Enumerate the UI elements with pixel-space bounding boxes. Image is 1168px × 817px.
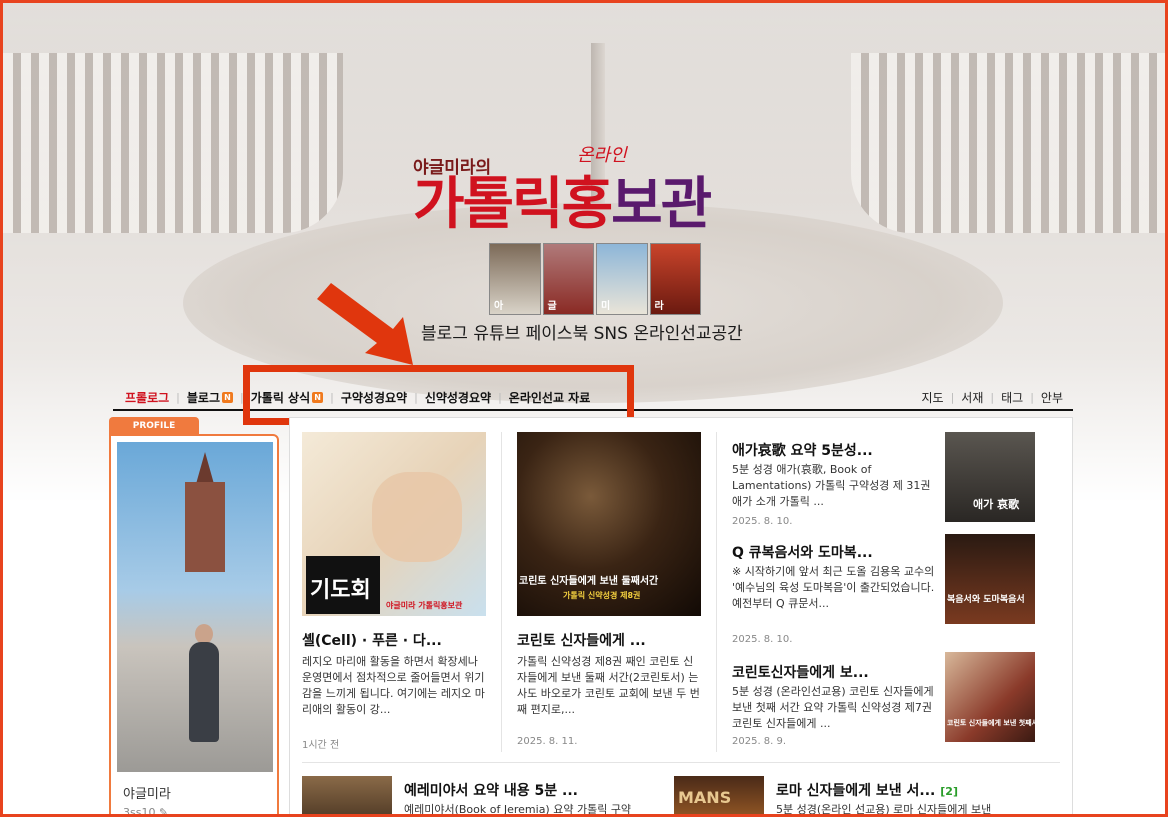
cathedral	[185, 482, 225, 572]
logo-main-part-b: 홍	[561, 172, 614, 237]
cathedral-spire	[196, 452, 214, 484]
post-date: 1시간 전	[302, 740, 340, 751]
nav-separator: |	[990, 390, 995, 404]
thumb-label: 코린토 신자들에게 보낸 둘째서간	[519, 576, 659, 587]
bottom-post-thumbnail[interactable]: MANS	[674, 776, 764, 814]
slogan: 블로그 유튜브 페이스북 SNS 온라인선교공간	[421, 324, 743, 344]
thumb-label: MANS	[678, 788, 732, 807]
side-post[interactable]: Q 큐복음서와 도마복... ※ 시작하기에 앞서 최근 도올 김용옥 교수의 …	[732, 532, 1062, 645]
side-post-title[interactable]: 코린토신자들에게 보...	[732, 662, 869, 682]
nav-item-guestbook[interactable]: 안부	[1041, 389, 1063, 406]
logo-main-part-c: 보관	[611, 172, 712, 237]
row-divider	[302, 762, 1060, 763]
saint-image: 아	[489, 243, 541, 315]
side-post[interactable]: 애가哀歌 요약 5분성... 5분 성경 애가(哀歌, Book of Lame…	[732, 432, 1062, 532]
bottom-post-title[interactable]: 로마 신자들에게 보낸 서... [2]	[776, 780, 958, 800]
person	[189, 642, 219, 742]
nav-highlight-box	[243, 365, 634, 425]
column-divider	[501, 432, 502, 752]
saint-image-letter: 글	[547, 301, 557, 312]
thumb-label: 코린토 신자들에게 보낸 첫째서간	[947, 719, 1035, 727]
saint-images[interactable]: 아 글 미 라	[489, 243, 701, 315]
page-frame: 야글미라의 온라인 가톨릭홍보관 아 글 미 라 블로그 유튜브 페이스북 SN…	[0, 0, 1168, 817]
profile-name[interactable]: 야글미라	[123, 783, 171, 802]
colonnade-right	[851, 53, 1165, 233]
thumb-small-label: 가톨릭 신약성경 제8권	[563, 591, 641, 600]
nav-separator: |	[950, 390, 955, 404]
thumb-label: 애가 哀歌	[973, 498, 1020, 511]
logo-main-part-a: 가톨릭	[413, 172, 564, 237]
column-divider	[716, 432, 717, 752]
saint-image: 라	[649, 243, 701, 315]
bottom-post[interactable]: 예레미야서 요약 내용 5분 ... 예레미야서(Book of Jeremia…	[302, 776, 662, 814]
saint-image-letter: 아	[494, 301, 504, 312]
profile-id: 3ss10 ✎	[123, 806, 169, 817]
saint-image: 미	[596, 243, 648, 315]
profile-photo[interactable]	[117, 442, 273, 772]
side-post-date: 2025. 8. 10.	[732, 634, 793, 645]
post-card[interactable]: 기도회 야글미라 가톨릭홍보관 셸(Cell) · 푸른 · 다... 레지오 …	[302, 432, 486, 752]
logo-main[interactable]: 가톨릭홍보관	[413, 172, 712, 237]
nav-separator: |	[1030, 390, 1034, 404]
saint-image-letter: 라	[654, 301, 664, 312]
post-thumbnail[interactable]: 기도회 야글미라 가톨릭홍보관	[302, 432, 486, 616]
side-post[interactable]: 코린토신자들에게 보... 5분 성경 (온라인선교용) 코린토 신자들에게 보…	[732, 652, 1062, 752]
side-post-thumbnail[interactable]: 애가 哀歌	[945, 432, 1035, 522]
bottom-post-thumbnail[interactable]	[302, 776, 392, 814]
edit-icon[interactable]: ✎	[159, 806, 168, 814]
nav-item-library[interactable]: 서재	[961, 389, 983, 406]
profile-tab: PROFILE	[109, 417, 199, 435]
praying-hands-shape	[372, 472, 462, 562]
post-excerpt[interactable]: 가톨릭 신약성경 제8권 째인 코린토 신자들에게 보낸 둘째 서간(2코린토서…	[517, 654, 703, 718]
bottom-post[interactable]: MANS 로마 신자들에게 보낸 서... [2] 5분 성경(온라인 선교용)…	[674, 776, 1064, 814]
bottom-post-title[interactable]: 예레미야서 요약 내용 5분 ...	[404, 780, 578, 800]
person-head	[195, 624, 213, 644]
colonnade-left	[3, 53, 343, 233]
thumb-label: 기도회	[310, 578, 371, 603]
saint-image: 글	[542, 243, 594, 315]
side-post-excerpt[interactable]: ※ 시작하기에 앞서 최근 도올 김용옥 교수의 '예수님의 육성 도마복음'이…	[732, 564, 938, 628]
side-post-date: 2025. 8. 9.	[732, 736, 787, 747]
saint-image-letter: 미	[601, 301, 611, 312]
content-area: 기도회 야글미라 가톨릭홍보관 셸(Cell) · 푸른 · 다... 레지오 …	[289, 417, 1073, 814]
nav-item-blog[interactable]: 블로그 N	[187, 389, 234, 406]
side-post-thumbnail[interactable]: 코린토 신자들에게 보낸 첫째서간	[945, 652, 1035, 742]
bottom-post-excerpt[interactable]: 5분 성경(온라인 선교용) 로마 신자들에게 보낸	[776, 802, 1036, 814]
logo-online-label[interactable]: 온라인	[577, 141, 627, 167]
nav-item-prologue[interactable]: 프롤로그	[125, 389, 169, 406]
side-post-excerpt[interactable]: 5분 성경 애가(哀歌, Book of Lamentations) 가톨릭 구…	[732, 462, 938, 510]
side-post-date: 2025. 8. 10.	[732, 516, 793, 527]
thumb-small-label: 야글미라 가톨릭홍보관	[386, 601, 463, 610]
thumb-label: 복음서와 도마복음서	[947, 595, 1025, 605]
side-post-thumbnail[interactable]: 복음서와 도마복음서	[945, 534, 1035, 624]
post-title[interactable]: 셸(Cell) · 푸른 · 다...	[302, 630, 442, 650]
nav-separator: |	[176, 390, 180, 404]
side-post-title[interactable]: Q 큐복음서와 도마복...	[732, 542, 873, 562]
side-post-title[interactable]: 애가哀歌 요약 5분성...	[732, 440, 873, 460]
post-excerpt[interactable]: 레지오 마리애 활동을 하면서 확장세나 운영면에서 점차적으로 줄어들면서 위…	[302, 654, 488, 734]
nav-item-map[interactable]: 지도	[921, 389, 943, 406]
post-card[interactable]: 코린토 신자들에게 보낸 둘째서간 가톨릭 신약성경 제8권 코린토 신자들에게…	[517, 432, 701, 752]
comment-count: [2]	[940, 785, 958, 798]
nav-right: 지도 | 서재 | 태그 | 안부	[921, 389, 1063, 406]
post-thumbnail[interactable]: 코린토 신자들에게 보낸 둘째서간 가톨릭 신약성경 제8권	[517, 432, 701, 616]
nav-item-tags[interactable]: 태그	[1001, 389, 1023, 406]
arrow-icon	[317, 283, 413, 365]
profile-box: 야글미라 3ss10 ✎	[109, 434, 279, 817]
bottom-post-excerpt[interactable]: 예레미야서(Book of Jeremia) 요약 가톨릭 구약	[404, 802, 660, 814]
new-badge-icon: N	[222, 391, 234, 403]
post-date: 2025. 8. 11.	[517, 736, 578, 747]
post-title[interactable]: 코린토 신자들에게 ...	[517, 630, 646, 650]
side-post-excerpt[interactable]: 5분 성경 (온라인선교용) 코린토 신자들에게 보낸 첫째 서간 요약 가톨릭…	[732, 684, 938, 732]
